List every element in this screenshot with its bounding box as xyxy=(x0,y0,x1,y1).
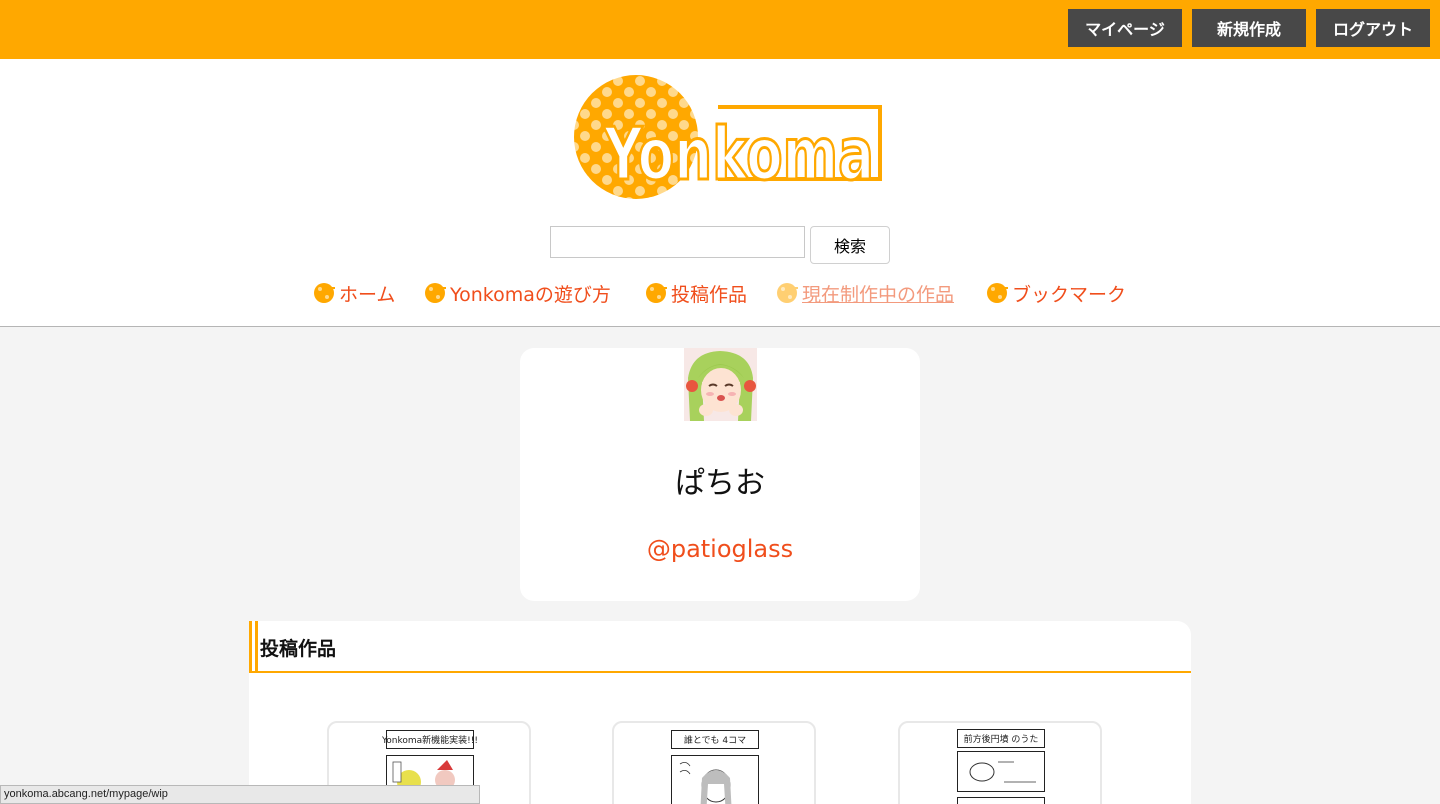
nav-item-label: ホーム xyxy=(339,283,396,306)
works-title: 投稿作品 xyxy=(260,638,337,660)
nav-item-label: 現在制作中の作品 xyxy=(802,283,955,306)
nav-item-home[interactable]: ホーム xyxy=(314,280,395,306)
comic-drawing xyxy=(969,761,1036,783)
top-bar: マイページ 新規作成 ログアウト xyxy=(0,0,1440,59)
nav-item-label: ブックマーク xyxy=(1012,283,1127,306)
yonkoma-logo[interactable]: Yonkoma xyxy=(568,75,886,199)
yonkoma-logo-icon xyxy=(314,283,335,303)
yonkoma-logo-icon xyxy=(425,283,446,303)
panel-title: 前方後円墳 のうた xyxy=(957,729,1045,748)
header-accent-bar xyxy=(255,621,258,672)
panel-title: Yonkoma新機能実装!!! xyxy=(382,730,478,749)
new-post-button[interactable]: 新規作成 xyxy=(1192,9,1306,47)
profile-name: ぱちお xyxy=(675,466,765,501)
comic-panel xyxy=(957,751,1045,792)
search-button[interactable]: 検索 xyxy=(810,226,890,264)
search-input[interactable] xyxy=(550,226,805,258)
nav-item-label: 投稿作品 xyxy=(671,283,748,306)
work-thumbnail[interactable]: 前方後円墳 のうた xyxy=(898,721,1102,804)
comic-panel xyxy=(671,755,759,804)
yonkoma-logo-icon xyxy=(777,283,798,303)
profile-handle-link[interactable]: @patioglass xyxy=(520,535,920,563)
works-header xyxy=(249,621,1191,673)
browser-status-bar: yonkoma.abcang.net/mypage/wip xyxy=(0,785,480,804)
nav-item-label: Yonkomaの遊び方 xyxy=(450,283,611,306)
work-thumbnail[interactable]: 誰とでも 4コマ xyxy=(612,721,816,804)
logout-button[interactable]: ログアウト xyxy=(1316,9,1430,47)
nav-item-bookmark[interactable]: ブックマーク xyxy=(987,280,1126,306)
nav-item-posts[interactable]: 投稿作品 xyxy=(646,280,747,306)
header-accent-bar xyxy=(249,621,252,672)
comic-panel xyxy=(957,797,1045,804)
panel-title: 誰とでも 4コマ xyxy=(671,730,759,749)
mypage-button[interactable]: マイページ xyxy=(1068,9,1182,47)
yonkoma-logo-icon xyxy=(987,283,1008,303)
logo-text: Yonkoma xyxy=(603,112,874,196)
nav-item-wip[interactable]: 現在制作中の作品 xyxy=(777,280,954,306)
nav-item-howto[interactable]: Yonkomaの遊び方 xyxy=(425,280,611,306)
comic-drawing xyxy=(679,762,732,804)
yonkoma-logo-icon xyxy=(646,283,667,303)
avatar[interactable] xyxy=(684,348,757,421)
